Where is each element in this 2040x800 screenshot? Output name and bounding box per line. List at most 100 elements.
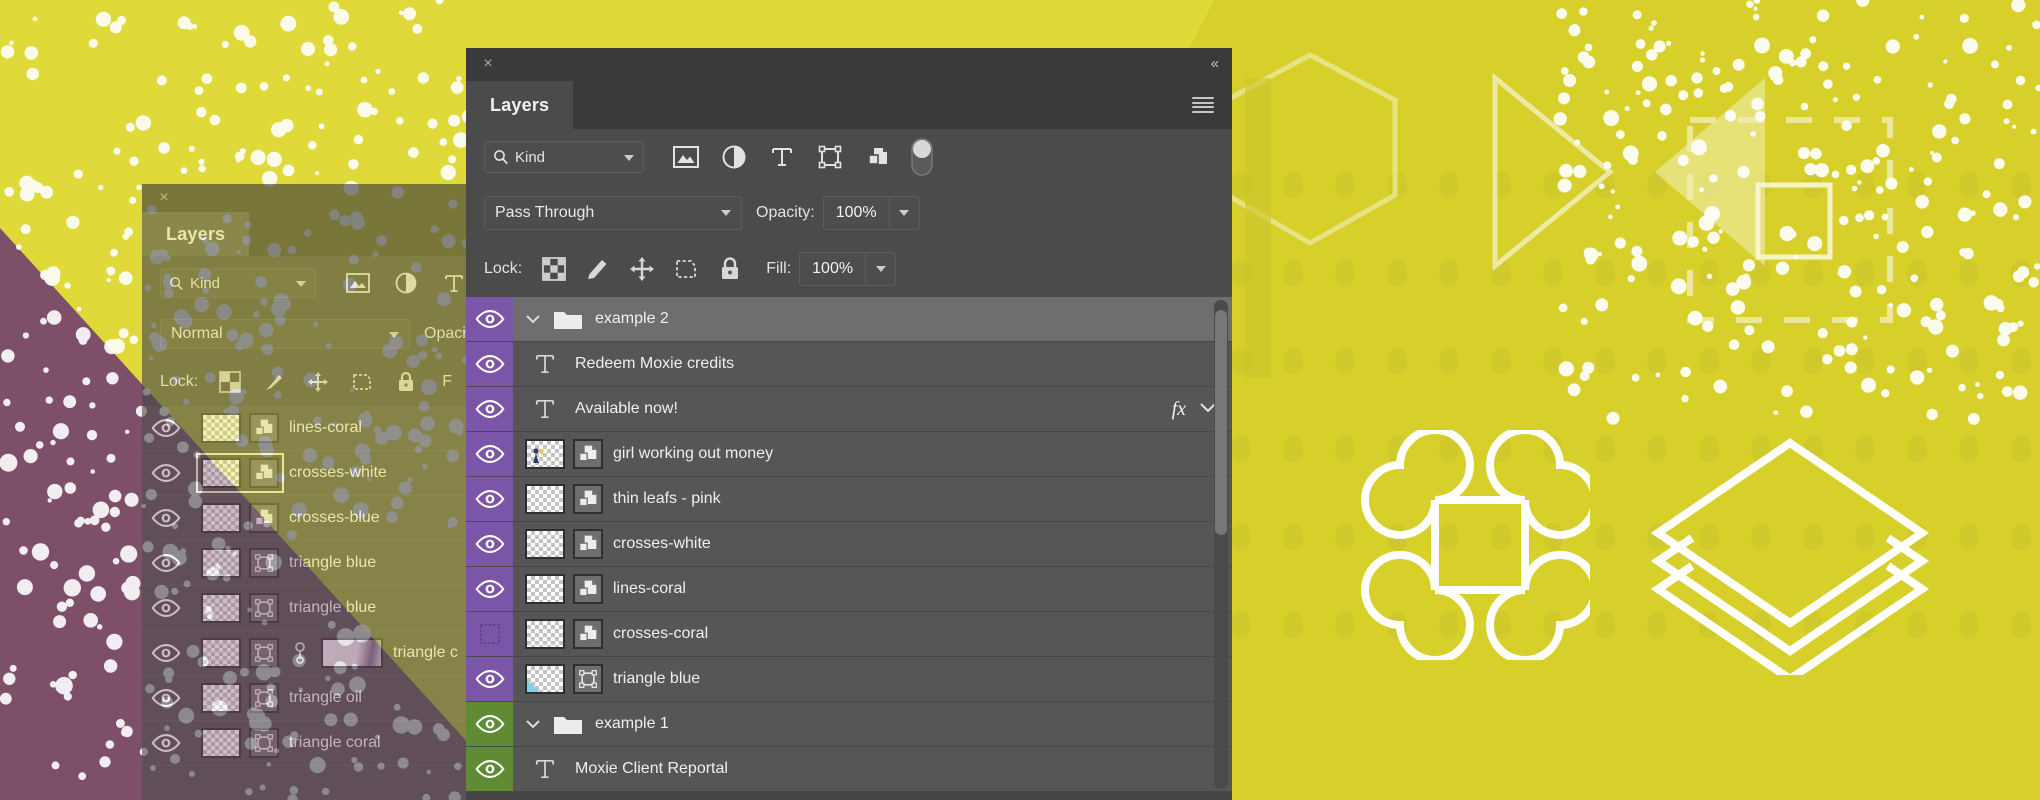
table-row[interactable]: lines-coral xyxy=(466,567,1232,612)
blend-mode-select[interactable]: Normal xyxy=(160,319,410,349)
layer-thumbnail[interactable] xyxy=(525,574,603,604)
layer-visibility-icon[interactable] xyxy=(475,714,505,734)
layer-visibility-toggle[interactable] xyxy=(142,541,189,585)
layer-visibility-toggle[interactable] xyxy=(466,342,513,386)
front-layer-list[interactable]: example 2 Redeem Moxie credits Available… xyxy=(466,297,1232,792)
layer-body[interactable]: girl working out money xyxy=(513,432,1232,476)
layer-thumbnail[interactable] xyxy=(201,413,279,443)
table-row[interactable]: Moxie Client Reportal xyxy=(466,747,1232,792)
layer-thumbnail[interactable] xyxy=(201,638,279,668)
expand-arrow-icon[interactable] xyxy=(525,314,541,324)
pixel-layer-icon[interactable] xyxy=(662,142,710,172)
layer-thumbnail[interactable] xyxy=(201,503,279,533)
shape-layer-icon[interactable] xyxy=(806,142,854,172)
tab-layers[interactable]: Layers xyxy=(142,212,250,256)
layer-visibility-toggle[interactable] xyxy=(466,297,513,341)
layer-visibility-icon[interactable] xyxy=(151,418,181,438)
layer-thumbnail[interactable] xyxy=(525,484,603,514)
table-row[interactable]: example 2 xyxy=(466,297,1232,342)
lock-position-icon[interactable] xyxy=(620,255,664,283)
layer-body[interactable]: Redeem Moxie credits xyxy=(513,342,1232,386)
layer-visibility-toggle[interactable] xyxy=(466,612,513,656)
layer-visibility-off-icon[interactable] xyxy=(477,621,503,647)
layer-visibility-toggle[interactable] xyxy=(142,451,189,495)
pixel-layer-icon[interactable] xyxy=(334,268,382,298)
layer-visibility-toggle[interactable] xyxy=(142,721,189,765)
scrollbar-thumb[interactable] xyxy=(1215,310,1227,535)
layer-visibility-toggle[interactable] xyxy=(466,657,513,701)
layer-mask-thumbnail[interactable] xyxy=(321,638,383,668)
layer-visibility-toggle[interactable] xyxy=(466,702,513,746)
lock-all-icon[interactable] xyxy=(384,368,428,396)
adjustment-layer-icon[interactable] xyxy=(382,268,430,298)
layer-visibility-icon[interactable] xyxy=(475,534,505,554)
lock-image-pixels-icon[interactable] xyxy=(576,255,620,283)
layer-visibility-toggle[interactable] xyxy=(466,567,513,611)
layer-visibility-toggle[interactable] xyxy=(466,747,513,791)
kind-filter-select[interactable]: Kind xyxy=(160,268,316,298)
layer-thumbnail[interactable] xyxy=(525,439,603,469)
layer-visibility-toggle[interactable] xyxy=(466,432,513,476)
layer-visibility-icon[interactable] xyxy=(151,688,181,708)
table-row[interactable]: Available now! fx xyxy=(466,387,1232,432)
layer-visibility-toggle[interactable] xyxy=(142,631,189,675)
layer-visibility-toggle[interactable] xyxy=(142,406,189,450)
layer-visibility-icon[interactable] xyxy=(475,579,505,599)
fill-dropdown-button[interactable] xyxy=(865,253,895,285)
front-layers-panel[interactable]: × « Layers Kind Pass Through Opacity: 10… xyxy=(466,48,1232,800)
layer-visibility-icon[interactable] xyxy=(151,553,181,573)
table-row[interactable]: example 1 xyxy=(466,702,1232,747)
layer-visibility-icon[interactable] xyxy=(475,399,505,419)
layer-visibility-icon[interactable] xyxy=(475,444,505,464)
table-row[interactable]: crosses-white xyxy=(466,522,1232,567)
collapse-panel-icon[interactable]: « xyxy=(1211,56,1219,72)
lock-artboard-icon[interactable] xyxy=(340,368,384,396)
layer-body[interactable]: Moxie Client Reportal xyxy=(513,747,1232,791)
layer-thumbnail[interactable] xyxy=(525,619,603,649)
close-icon[interactable]: × xyxy=(480,56,496,72)
layer-effects-indicator[interactable]: fx xyxy=(1172,387,1216,431)
layer-visibility-icon[interactable] xyxy=(151,643,181,663)
layer-visibility-icon[interactable] xyxy=(475,354,505,374)
layer-visibility-icon[interactable] xyxy=(151,463,181,483)
layer-thumbnail[interactable] xyxy=(525,529,603,559)
close-icon[interactable]: × xyxy=(156,190,172,206)
layer-thumbnail[interactable] xyxy=(201,548,279,578)
layer-visibility-toggle[interactable] xyxy=(466,387,513,431)
layer-body[interactable]: crosses-white xyxy=(513,522,1232,566)
layer-body[interactable]: lines-coral xyxy=(513,567,1232,611)
layer-visibility-toggle[interactable] xyxy=(142,676,189,720)
layer-body[interactable]: example 1 xyxy=(513,702,1232,746)
filter-enable-toggle[interactable] xyxy=(902,138,942,176)
layer-thumbnail[interactable] xyxy=(525,664,603,694)
table-row[interactable]: Redeem Moxie credits xyxy=(466,342,1232,387)
layer-visibility-toggle[interactable] xyxy=(142,586,189,630)
vertical-scrollbar[interactable] xyxy=(1214,300,1228,789)
type-layer-icon[interactable] xyxy=(758,142,806,172)
smart-object-icon[interactable] xyxy=(854,142,902,172)
kind-filter-select[interactable]: Kind xyxy=(484,141,644,173)
layer-visibility-icon[interactable] xyxy=(151,508,181,528)
layer-visibility-toggle[interactable] xyxy=(142,496,189,540)
fill-stepper[interactable]: 100% xyxy=(799,252,897,286)
layer-body[interactable]: example 2 xyxy=(513,297,1232,341)
lock-image-pixels-icon[interactable] xyxy=(252,368,296,396)
blend-mode-select[interactable]: Pass Through xyxy=(484,196,742,230)
tab-layers[interactable]: Layers xyxy=(466,81,574,129)
lock-transparent-pixels-icon[interactable] xyxy=(208,368,252,396)
layer-thumbnail[interactable] xyxy=(201,683,279,713)
hamburger-menu-icon[interactable] xyxy=(1192,97,1214,113)
lock-position-icon[interactable] xyxy=(296,368,340,396)
expand-arrow-icon[interactable] xyxy=(525,719,541,729)
layer-visibility-icon[interactable] xyxy=(475,489,505,509)
layer-body[interactable]: Available now! fx xyxy=(513,387,1232,431)
link-layers-icon[interactable] xyxy=(289,640,311,666)
layer-visibility-toggle[interactable] xyxy=(466,522,513,566)
layer-visibility-icon[interactable] xyxy=(475,669,505,689)
table-row[interactable]: crosses-coral xyxy=(466,612,1232,657)
layer-visibility-icon[interactable] xyxy=(151,733,181,753)
adjustment-layer-icon[interactable] xyxy=(710,142,758,172)
lock-artboard-icon[interactable] xyxy=(664,255,708,283)
lock-all-icon[interactable] xyxy=(708,255,752,283)
layer-thumbnail[interactable] xyxy=(196,453,284,493)
